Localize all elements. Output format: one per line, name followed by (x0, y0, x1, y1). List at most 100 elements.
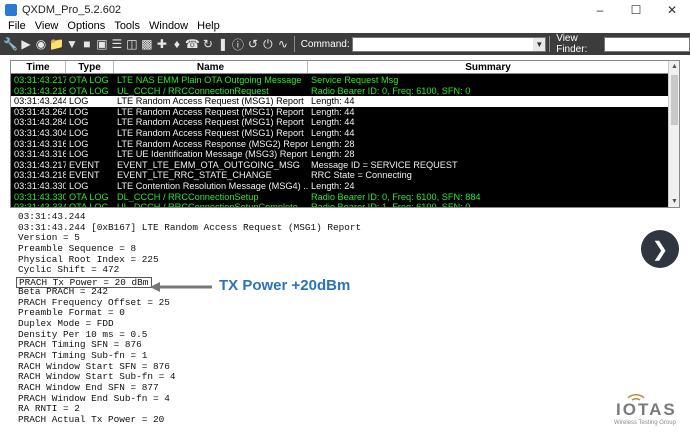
table-row[interactable]: 03:31:43.264 LOG LTE Random Access Request… (11, 107, 669, 118)
cell-type: EVENT (69, 170, 100, 181)
cell-time-stamp: 03:31:43.244 (14, 96, 66, 107)
list-icon[interactable]: ☰ (110, 36, 124, 53)
detail-line: Duplex Mode = FDD (18, 317, 114, 329)
cell-name: EVENT_LTE_EMM_OTA_OUTGOING_MSG (117, 159, 300, 170)
cell-summary: Message ID = SERVICE REQUEST (311, 159, 458, 170)
logo-tagline: Wireless Testing Group (614, 420, 676, 426)
detail-line: Cyclic Shift = 472 (18, 264, 120, 276)
column-type[interactable]: Type (66, 61, 114, 73)
cell-type: LOG (69, 117, 89, 128)
menu-options[interactable]: Options (67, 20, 105, 32)
menu-tools[interactable]: Tools (114, 20, 140, 32)
nv-icon[interactable]: ▩ (140, 36, 154, 53)
cell-summary: Length: 28 (311, 149, 355, 160)
menu-window[interactable]: Window (149, 20, 188, 32)
table-row[interactable]: 03:31:43.218 OTA LOG UL_CCCH / RRCConnecti… (11, 86, 669, 97)
cell-name: DL_CCCH / RRCConnectionSetup (117, 191, 259, 202)
menu-file[interactable]: File (8, 20, 26, 32)
menu-help[interactable]: Help (197, 20, 220, 32)
cell-summary: Radio Bearer ID: 0, Freq: 6100, SFN: 884 (311, 191, 481, 202)
maximize-icon[interactable]: ☐ (618, 0, 654, 19)
cell-summary: Length: 28 (311, 138, 355, 149)
menu-view[interactable]: View (35, 20, 59, 32)
cell-name: UL_DCCH / RRCConnectionSetupComplete (117, 202, 298, 208)
cell-summary: Length: 44 (311, 117, 355, 128)
cell-time-stamp: 03:31:43.218 (14, 170, 66, 181)
list-header: Time Stamp Type Name Summary (11, 61, 679, 86)
detail-line: PRACH Actual Tx Power = 20 (18, 414, 165, 426)
cell-time-stamp: 03:31:43.316 (14, 149, 66, 160)
table-row[interactable]: 03:31:43.284 LOG LTE Random Access Request… (11, 117, 669, 128)
cell-type: LOG (69, 96, 89, 107)
table-row[interactable]: 03:31:43.217 OTA LOG LTE NAS EMM Plain OTA… (11, 75, 669, 86)
annotation-text: TX Power +20dBm (219, 277, 351, 294)
add-icon[interactable]: ✚ (155, 36, 169, 53)
filter-icon[interactable]: ▼ (65, 36, 79, 53)
column-time-stamp[interactable]: Time Stamp (11, 61, 66, 86)
cell-time-stamp: 03:31:43.217 (14, 159, 66, 170)
scroll-down-icon[interactable]: ▼ (669, 196, 679, 207)
table-row[interactable]: 03:31:43.330 OTA LOG DL_CCCH / RRCConnecti… (11, 192, 669, 203)
cell-time-stamp: 03:31:43.334 (14, 202, 66, 208)
table-row[interactable]: 03:31:43.334 OTA LOG UL_DCCH / RRCConnecti… (11, 202, 669, 208)
view-finder-input[interactable] (603, 36, 690, 52)
cell-type: LOG (69, 149, 89, 160)
message-list: Time Stamp Type Name Summary 03:31:43.21… (10, 60, 680, 208)
save-icon[interactable]: ■ (80, 36, 94, 53)
cell-time-stamp: 03:31:43.284 (14, 117, 66, 128)
table-row[interactable]: 03:31:43.217 EVENT EVENT_LTE_EMM_OTA_OUTGO… (11, 160, 669, 171)
scroll-up-icon[interactable]: ▲ (669, 61, 679, 72)
cell-time-stamp: 03:31:43.264 (14, 106, 66, 117)
column-summary[interactable]: Summary (308, 61, 669, 73)
chevron-down-icon[interactable]: ▼ (533, 37, 546, 51)
wrench-icon[interactable]: 🔧 (3, 36, 18, 53)
next-arrow-button[interactable]: ❯ (641, 230, 679, 268)
window-title: QXDM_Pro_5.2.602 (22, 3, 122, 16)
app-icon (5, 3, 17, 16)
command-input[interactable]: ▼ (351, 36, 547, 52)
table-row[interactable]: 03:31:43.316 LOG LTE Random Access Respons… (11, 139, 669, 150)
cell-time-stamp: 03:31:43.304 (14, 127, 66, 138)
detail-line: 03:31:43.244 [0xB167] LTE Random Access … (18, 221, 362, 233)
cell-summary: Radio Bearer ID: 0, Freq: 6100, SFN: 0 (311, 85, 471, 96)
reset-icon[interactable]: ↺ (246, 36, 260, 53)
cell-summary: RRC State = Connecting (311, 170, 412, 181)
column-name[interactable]: Name (114, 61, 308, 73)
menu-bar: File View Options Tools Window Help (0, 19, 690, 33)
cell-time-stamp: 03:31:43.218 (14, 85, 66, 96)
cell-type: OTA LOG (69, 75, 109, 85)
phone-icon[interactable]: ☎ (185, 36, 200, 53)
cell-type: LOG (69, 127, 89, 138)
play-icon[interactable]: ▶ (19, 36, 33, 53)
window-controls: – ☐ ✕ (582, 0, 690, 19)
cell-summary: Length: 44 (311, 106, 355, 117)
detail-line: PRACH Window End Sub-fn = 4 (18, 392, 170, 404)
detail-pane: 03:31:43.244 03:31:43.244 [0xB167] LTE Ra… (10, 211, 630, 440)
close-icon[interactable]: ✕ (654, 0, 690, 19)
cell-name: LTE NAS EMM Plain OTA Outgoing Message (117, 75, 302, 85)
document-icon[interactable]: ◫ (125, 36, 139, 53)
tag-icon[interactable]: ♦ (170, 36, 184, 53)
cell-time-stamp: 03:31:43.316 (14, 138, 66, 149)
refresh-icon[interactable]: ↻ (201, 36, 215, 53)
view-finder-label: View Finder: (556, 33, 588, 55)
folder-icon[interactable]: 📁 (49, 36, 64, 53)
cell-summary: Service Request Msg (311, 75, 399, 85)
list-scrollbar[interactable]: ▲ ▼ (668, 61, 679, 207)
cell-time-stamp: 03:31:43.330 (14, 180, 66, 191)
cell-type: LOG (69, 106, 89, 117)
scroll-thumb[interactable] (671, 75, 678, 125)
minimize-icon[interactable]: – (582, 0, 618, 19)
power-icon[interactable]: ⏻ (261, 36, 275, 53)
signal-icon[interactable]: ∿ (276, 36, 290, 53)
disk-icon[interactable]: ▣ (95, 36, 109, 53)
chevron-right-icon: ❯ (651, 238, 669, 261)
table-row[interactable]: 03:31:43.304 LOG LTE Random Access Request… (11, 128, 669, 139)
table-row[interactable]: 03:31:43.316 LOG LTE UE Identification Mes… (11, 149, 669, 160)
table-row[interactable]: 03:31:43.218 EVENT EVENT_LTE_RRC_STATE_CHA… (11, 170, 669, 181)
pause-icon[interactable]: ❚ (216, 36, 230, 53)
table-row[interactable]: 03:31:43.330 LOG LTE Contention Resolution… (11, 181, 669, 192)
info-icon[interactable]: ⓘ (231, 36, 245, 53)
table-row[interactable]: 03:31:43.244 LOG LTE Random Access Request… (11, 96, 669, 107)
camera-icon[interactable]: ◉ (34, 36, 48, 53)
